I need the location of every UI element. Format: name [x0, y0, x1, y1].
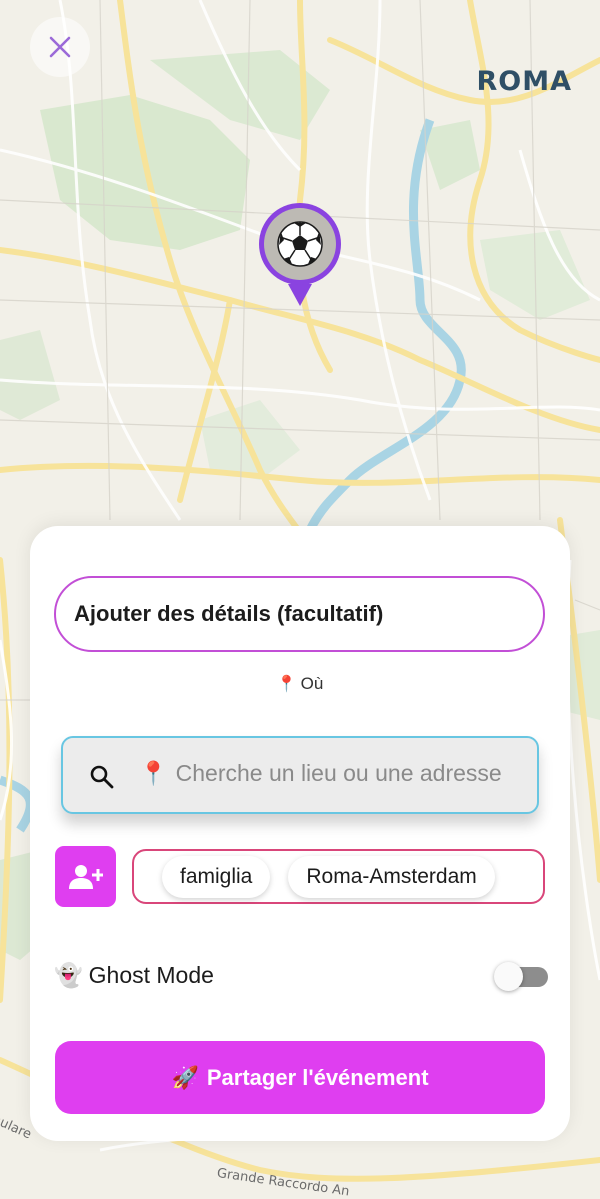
- soccer-ball-icon: [277, 221, 323, 267]
- close-button[interactable]: [30, 17, 90, 77]
- location-pin-icon: 📍: [276, 676, 297, 693]
- search-placeholder: 📍 Cherche un lieu ou une adresse: [139, 760, 502, 787]
- share-event-button[interactable]: 🚀 Partager l'événement: [55, 1041, 545, 1114]
- location-pin-icon: 📍: [139, 760, 168, 786]
- event-map-pin[interactable]: [256, 202, 344, 310]
- ghost-icon: 👻: [54, 962, 83, 988]
- details-input[interactable]: Ajouter des détails (facultatif): [54, 576, 545, 652]
- groups-selector: famiglia Roma-Amsterdam: [132, 849, 545, 904]
- location-search-input[interactable]: 📍 Cherche un lieu ou une adresse: [61, 736, 539, 814]
- details-input-text: Ajouter des détails (facultatif): [74, 601, 384, 626]
- ghost-mode-label: 👻 Ghost Mode: [54, 962, 214, 989]
- ghost-mode-row: 👻 Ghost Mode: [54, 958, 548, 998]
- search-icon: [90, 765, 114, 789]
- add-user-icon: [68, 864, 103, 889]
- rocket-icon: 🚀: [171, 1064, 199, 1090]
- group-chip-famiglia[interactable]: famiglia: [162, 855, 271, 898]
- toggle-knob: [494, 962, 523, 991]
- ghost-mode-toggle[interactable]: [494, 962, 550, 991]
- share-event-label: Partager l'événement: [206, 1064, 429, 1090]
- event-form-card: Ajouter des détails (facultatif) 📍 Où 📍 Ch…: [30, 526, 570, 1141]
- ghost-mode-label-text: Ghost Mode: [88, 962, 214, 988]
- search-placeholder-text: Cherche un lieu ou une adresse: [175, 760, 502, 786]
- group-chip-roma-amsterdam[interactable]: Roma-Amsterdam: [288, 855, 495, 898]
- map-city-label: ROMA: [476, 66, 572, 97]
- where-label-text: Où: [300, 674, 324, 693]
- where-label: 📍 Où: [30, 674, 570, 694]
- close-icon: [49, 36, 71, 58]
- add-user-button[interactable]: [55, 846, 116, 907]
